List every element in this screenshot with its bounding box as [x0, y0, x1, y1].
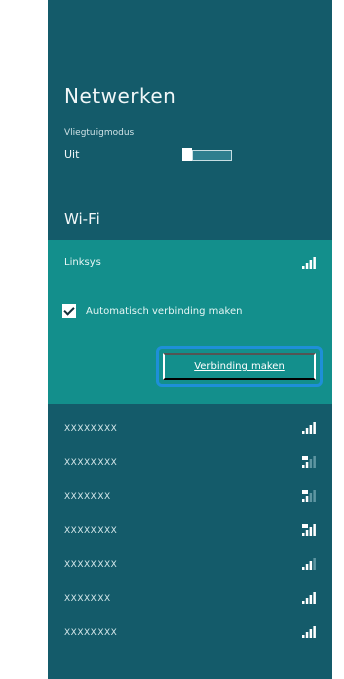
wifi-signal-secured-icon — [302, 524, 316, 536]
network-name: XXXXXXXX — [64, 526, 118, 536]
auto-connect-checkbox[interactable] — [62, 304, 76, 318]
selected-network[interactable]: Linksys Automatisch verbinding maken Ver… — [48, 240, 332, 404]
network-list-item[interactable]: XXXXXXXX — [48, 548, 332, 582]
network-list-item[interactable]: XXXXXXX — [48, 582, 332, 616]
connect-button-label: Verbinding maken — [194, 361, 285, 372]
wifi-signal-icon — [302, 592, 316, 604]
wifi-signal-icon — [302, 422, 316, 434]
network-name: XXXXXXXX — [64, 628, 118, 638]
wifi-section-heading: Wi-Fi — [64, 210, 100, 228]
connect-button[interactable]: Verbinding maken — [163, 353, 316, 380]
network-list-item[interactable]: XXXXXXXX — [48, 412, 332, 446]
network-list-item[interactable]: XXXXXXX — [48, 480, 332, 514]
airplane-mode-label: Vliegtuigmodus — [64, 128, 135, 138]
auto-connect-label: Automatisch verbinding maken — [86, 305, 243, 317]
wifi-signal-secured-icon — [302, 490, 316, 502]
network-list-item[interactable]: XXXXXXXX — [48, 446, 332, 480]
network-charm-panel: Netwerken Vliegtuigmodus Uit Wi-Fi Links… — [48, 0, 332, 679]
page-title: Netwerken — [64, 84, 177, 108]
network-list-item[interactable]: XXXXXXXX — [48, 514, 332, 548]
toggle-track — [192, 150, 232, 161]
wifi-signal-secured-icon — [302, 456, 316, 468]
airplane-mode-state: Uit — [64, 148, 80, 161]
connect-button-focus-ring: Verbinding maken — [156, 346, 323, 387]
network-name: XXXXXXXX — [64, 560, 118, 570]
toggle-knob — [182, 148, 192, 161]
airplane-mode-toggle[interactable] — [182, 148, 232, 161]
network-list: XXXXXXXX XXXXXXXX XXXXXXX XXXXXXXX XXXXX… — [48, 412, 332, 650]
network-name: XXXXXXX — [64, 594, 111, 604]
wifi-signal-icon — [302, 626, 316, 638]
wifi-signal-icon — [302, 558, 316, 570]
network-name: XXXXXXXX — [64, 424, 118, 434]
network-list-item[interactable]: XXXXXXXX — [48, 616, 332, 650]
wifi-signal-full-icon — [302, 257, 316, 269]
network-name: XXXXXXXX — [64, 458, 118, 468]
network-name: XXXXXXX — [64, 492, 111, 502]
auto-connect-row[interactable]: Automatisch verbinding maken — [62, 303, 242, 319]
selected-network-name: Linksys — [64, 257, 101, 268]
